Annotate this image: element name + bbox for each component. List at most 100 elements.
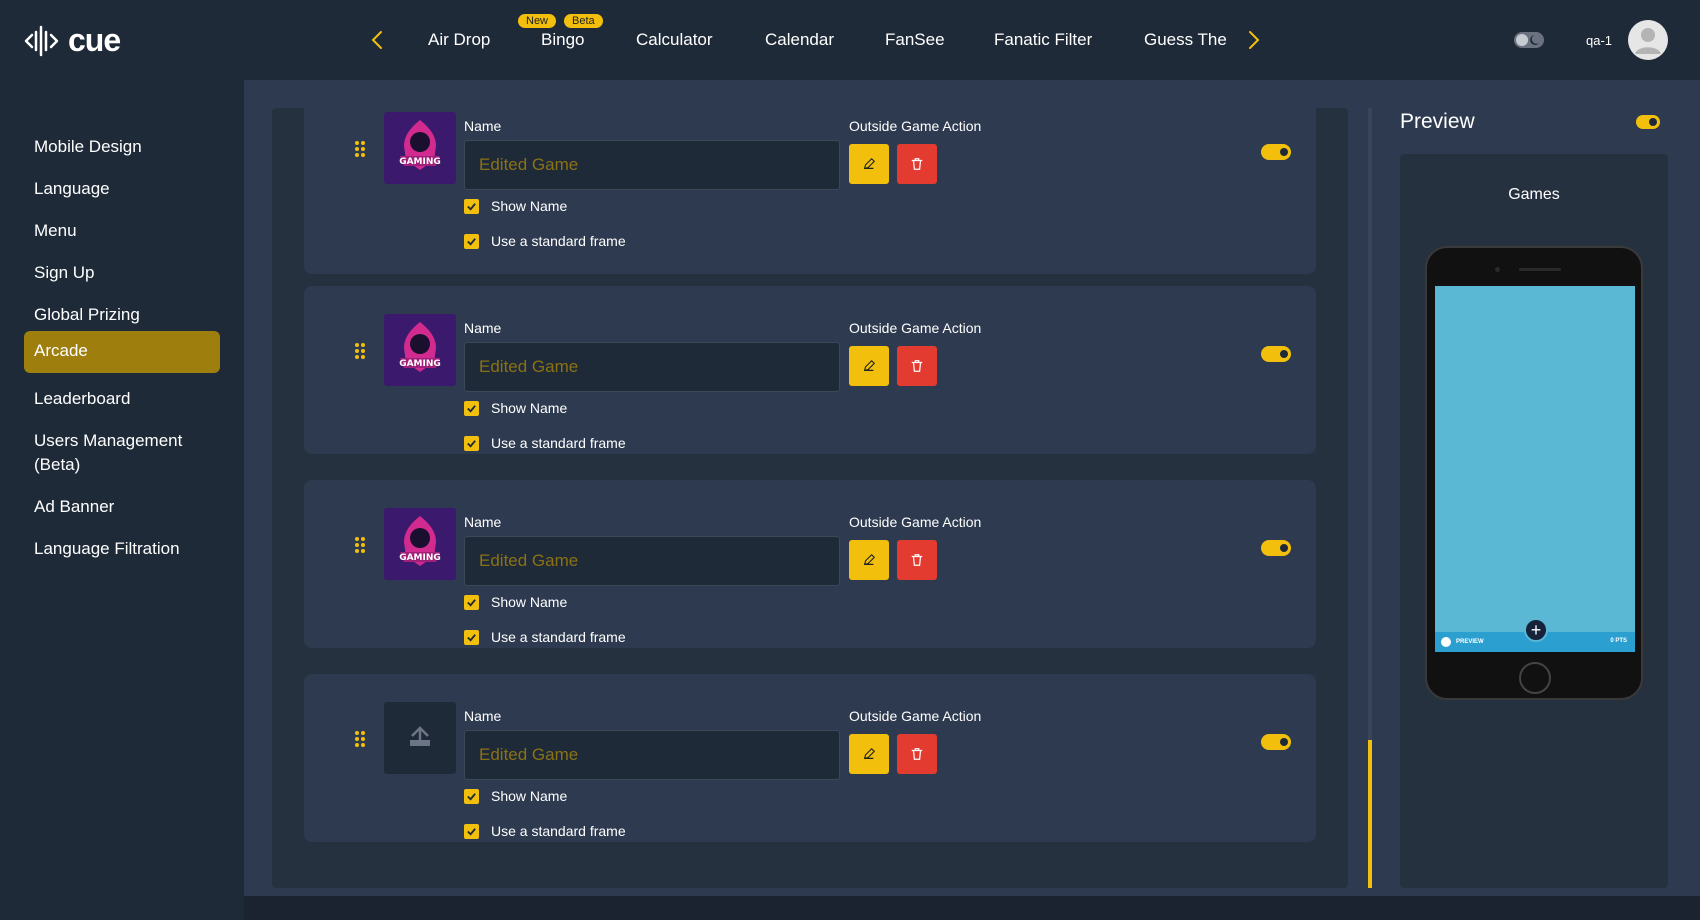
standard-frame-checkbox[interactable]: Use a standard frame [464,629,626,645]
upload-icon [410,726,430,746]
outside-action-label: Outside Game Action [849,514,982,530]
scrollbar-thumb[interactable] [1368,740,1372,888]
outside-action-label: Outside Game Action [849,118,982,134]
checkbox-checked-icon[interactable] [464,233,479,249]
chevron-right-icon [1249,31,1260,49]
gaming-logo-icon: GAMING [384,112,456,184]
edit-action-button[interactable] [849,540,889,580]
drag-handle-icon[interactable] [354,730,366,748]
sidebar-item-menu[interactable]: Menu [24,211,220,251]
beta-badge: Beta [564,14,603,28]
show-name-checkbox[interactable]: Show Name [464,788,567,804]
nav-item-guess-the[interactable]: Guess The [1144,30,1227,50]
game-enabled-toggle[interactable] [1261,734,1291,750]
game-name-input[interactable] [464,342,840,392]
checkbox-checked-icon[interactable] [464,198,479,214]
gaming-logo-icon: GAMING [384,314,456,386]
pencil-icon [863,553,876,566]
nav-item-air-drop[interactable]: Air Drop [428,30,490,50]
sidebar-item-ad-banner[interactable]: Ad Banner [24,487,220,527]
standard-frame-label: Use a standard frame [491,823,626,839]
game-card: GAMING Name Outside Game Action Show Nam… [304,108,1316,274]
name-label: Name [464,118,502,134]
sidebar-item-language-filtration[interactable]: Language Filtration [24,529,220,569]
sidebar-item-users-management[interactable]: Users Management (Beta) [24,421,220,485]
game-thumbnail-upload[interactable] [384,702,456,774]
nav-next-button[interactable] [1244,28,1264,52]
delete-action-button[interactable] [897,346,937,386]
trash-icon [911,748,923,760]
edit-action-button[interactable] [849,346,889,386]
theme-toggle-icon[interactable] [1514,30,1544,50]
game-thumbnail[interactable]: GAMING [384,508,456,580]
sidebar-item-leaderboard[interactable]: Leaderboard [24,379,220,419]
checkbox-checked-icon[interactable] [464,788,479,804]
user-name: qa-1 [1586,33,1613,48]
drag-handle-icon[interactable] [354,536,366,554]
show-name-checkbox[interactable]: Show Name [464,198,567,214]
games-list-panel: GAMING Name Outside Game Action Show Nam… [272,108,1348,888]
checkbox-checked-icon[interactable] [464,594,479,610]
nav-item-calculator[interactable]: Calculator [636,30,713,50]
logo-text: cue [68,22,121,58]
sidebar-item-global-prizing[interactable]: Global Prizing [24,295,220,335]
delete-action-button[interactable] [897,734,937,774]
trash-icon [911,158,923,170]
pencil-icon [863,747,876,760]
delete-action-button[interactable] [897,144,937,184]
nav-prev-button[interactable] [367,28,387,52]
outside-action-label: Outside Game Action [849,320,982,336]
preview-toggle[interactable] [1636,115,1660,129]
nav-item-calendar[interactable]: Calendar [765,30,834,50]
pencil-icon [863,157,876,170]
standard-frame-checkbox[interactable]: Use a standard frame [464,823,626,839]
edit-action-button[interactable] [849,734,889,774]
nav-item-fanatic-filter[interactable]: Fanatic Filter [994,30,1092,50]
game-enabled-toggle[interactable] [1261,346,1291,362]
camera-icon [1495,267,1500,272]
sidebar-item-mobile-design[interactable]: Mobile Design [24,127,220,167]
game-thumbnail[interactable]: GAMING [384,112,456,184]
user-icon [1635,28,1661,54]
standard-frame-label: Use a standard frame [491,435,626,451]
gaming-logo-icon: GAMING [384,508,456,580]
show-name-checkbox[interactable]: Show Name [464,594,567,610]
sidebar-item-arcade[interactable]: Arcade [24,331,220,373]
checkbox-checked-icon[interactable] [464,823,479,839]
standard-frame-checkbox[interactable]: Use a standard frame [464,233,626,249]
plus-icon: + [1524,618,1548,642]
logo[interactable]: cue [24,22,121,59]
svg-text:GAMING: GAMING [399,553,441,563]
sidebar-item-language[interactable]: Language [24,169,220,209]
sidebar-item-sign-up[interactable]: Sign Up [24,253,220,293]
game-name-input[interactable] [464,140,840,190]
name-label: Name [464,708,502,724]
drag-handle-icon[interactable] [354,342,366,360]
sidebar: Mobile Design Language Menu Sign Up Glob… [0,80,244,920]
checkbox-checked-icon[interactable] [464,400,479,416]
standard-frame-checkbox[interactable]: Use a standard frame [464,435,626,451]
show-name-checkbox[interactable]: Show Name [464,400,567,416]
preview-heading: Games [1508,186,1560,203]
phone-bar-right-text: 0 PTS [1610,638,1627,644]
game-name-input[interactable] [464,536,840,586]
drag-handle-icon[interactable] [354,140,366,158]
game-enabled-toggle[interactable] [1261,540,1291,556]
checkbox-checked-icon[interactable] [464,435,479,451]
nav-item-bingo[interactable]: Bingo [541,30,584,50]
avatar[interactable] [1628,20,1668,60]
delete-action-button[interactable] [897,540,937,580]
game-name-input[interactable] [464,730,840,780]
game-thumbnail[interactable]: GAMING [384,314,456,386]
game-enabled-toggle[interactable] [1261,144,1291,160]
profile-dot-icon [1441,637,1451,647]
edit-action-button[interactable] [849,144,889,184]
nav-item-fansee[interactable]: FanSee [885,30,945,50]
chevron-left-icon [371,31,382,49]
svg-text:GAMING: GAMING [399,359,441,369]
standard-frame-label: Use a standard frame [491,233,626,249]
trash-icon [911,554,923,566]
checkbox-checked-icon[interactable] [464,629,479,645]
svg-text:GAMING: GAMING [399,157,441,167]
show-name-label: Show Name [491,594,568,610]
